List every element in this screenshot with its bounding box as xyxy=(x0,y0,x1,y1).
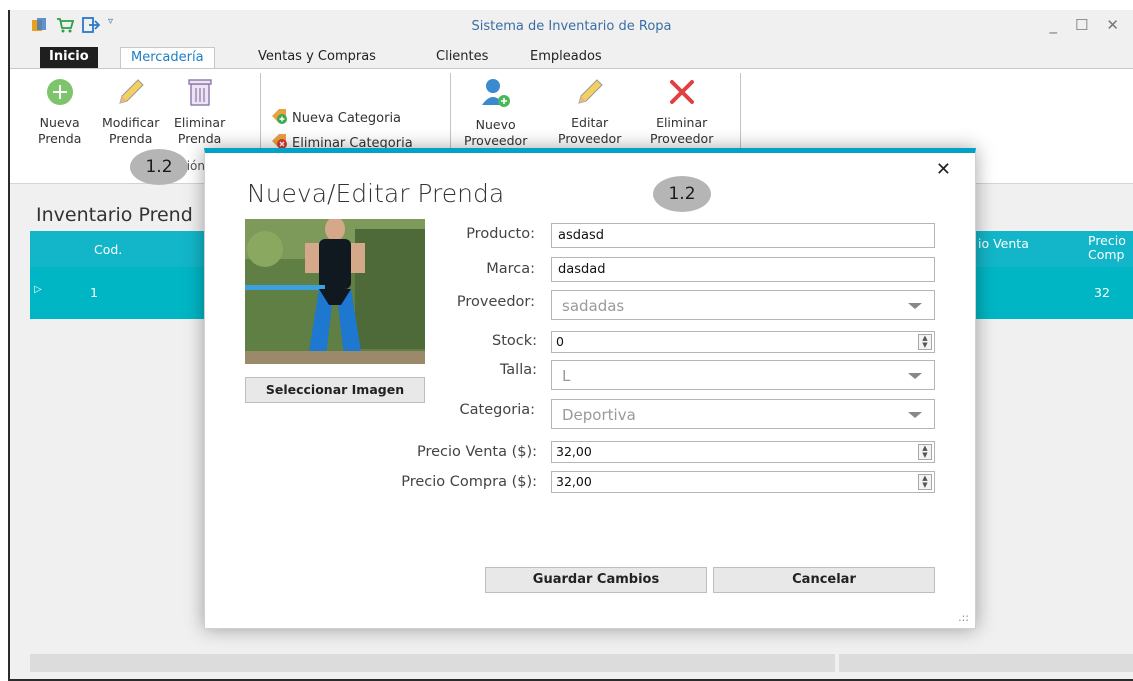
chevron-down-icon xyxy=(908,412,922,418)
proveedor-select[interactable]: sadadas xyxy=(551,290,935,320)
row-selector-icon: ▷ xyxy=(34,284,42,295)
producto-field[interactable]: asdasd xyxy=(551,223,935,248)
spinner-icon[interactable]: ▲ ▼ xyxy=(918,474,932,490)
pencil-icon xyxy=(558,77,621,111)
cell-cod: 1 xyxy=(90,285,98,300)
dialog-title: Nueva/Editar Prenda xyxy=(247,179,505,208)
product-image xyxy=(245,219,425,364)
chevron-down-icon xyxy=(908,373,922,379)
spinner-icon[interactable]: ▲ ▼ xyxy=(918,444,932,460)
eliminar-prenda-button[interactable]: Eliminar Prenda xyxy=(174,77,225,147)
close-icon[interactable]: ✕ xyxy=(936,159,951,180)
column-header-cod[interactable]: Cod. xyxy=(94,242,122,257)
talla-label: Talla: xyxy=(499,362,537,378)
eliminar-proveedor-button[interactable]: Eliminar Proveedor xyxy=(650,77,713,147)
select-image-button[interactable]: Seleccionar Imagen xyxy=(245,377,425,403)
stock-label: Stock: xyxy=(491,333,537,349)
status-bar xyxy=(839,654,1133,672)
column-header-precio-venta[interactable]: io Venta xyxy=(978,236,1029,251)
ribbon-tabs: Inicio Mercadería Ventas y Compras Clien… xyxy=(10,44,1133,68)
pencil-icon xyxy=(102,77,159,111)
callout-badge: 1.2 xyxy=(653,176,711,212)
ribbon-separator xyxy=(740,73,741,153)
tab-clientes[interactable]: Clientes xyxy=(426,47,498,68)
cell-precio-compra: 32 xyxy=(1094,285,1110,300)
chevron-down-icon xyxy=(908,303,922,309)
edit-item-dialog: Nueva/Editar Prenda ✕ 1.2 Seleccionar Im… xyxy=(204,148,976,629)
save-button[interactable]: Guardar Cambios xyxy=(485,567,707,593)
precio-compra-stepper[interactable]: 32,00 ▲ ▼ xyxy=(551,471,935,493)
cancel-button[interactable]: Cancelar xyxy=(713,567,935,593)
marca-field[interactable]: dasdad xyxy=(551,257,935,282)
precio-venta-stepper[interactable]: 32,00 ▲ ▼ xyxy=(551,441,935,463)
stock-stepper[interactable]: 0 ▲ ▼ xyxy=(551,331,935,353)
minimize-icon[interactable]: _ xyxy=(1049,16,1057,34)
horizontal-scrollbar[interactable] xyxy=(30,654,835,672)
editar-proveedor-button[interactable]: Editar Proveedor xyxy=(558,77,621,147)
window-controls: _ ☐ ✕ xyxy=(1049,16,1119,34)
categoria-label: Categoria: xyxy=(459,402,535,418)
nuevo-proveedor-button[interactable]: Nuevo Proveedor xyxy=(464,77,527,149)
delete-x-icon xyxy=(650,77,713,111)
maximize-icon[interactable]: ☐ xyxy=(1075,16,1088,34)
title-bar: ▿ Sistema de Inventario de Ropa _ ☐ ✕ xyxy=(10,10,1133,44)
page-title: Inventario Prend xyxy=(36,204,193,226)
window-title: Sistema de Inventario de Ropa xyxy=(471,19,672,34)
add-circle-icon xyxy=(38,77,81,111)
spinner-icon[interactable]: ▲ ▼ xyxy=(918,334,932,350)
user-add-icon xyxy=(464,77,527,113)
precio-venta-label: Precio Venta ($): xyxy=(416,444,537,460)
tab-mercaderia[interactable]: Mercadería xyxy=(120,47,215,68)
close-icon[interactable]: ✕ xyxy=(1106,16,1119,34)
column-header-precio-compra[interactable]: Precio Comp xyxy=(1088,234,1126,262)
callout-badge: 1.2 xyxy=(130,149,188,185)
tab-ventas-compras[interactable]: Ventas y Compras xyxy=(248,47,386,68)
tag-add-icon xyxy=(270,107,288,129)
ribbon-separator xyxy=(260,73,261,153)
nueva-prenda-button[interactable]: Nueva Prenda xyxy=(38,77,81,147)
tab-empleados[interactable]: Empleados xyxy=(520,47,612,68)
proveedor-label: Proveedor: xyxy=(456,294,535,310)
precio-compra-label: Precio Compra ($): xyxy=(401,474,537,490)
modificar-prenda-button[interactable]: Modificar Prenda xyxy=(102,77,159,147)
tab-inicio[interactable]: Inicio xyxy=(40,47,98,68)
categoria-select[interactable]: Deportiva xyxy=(551,399,935,429)
trash-icon xyxy=(174,77,225,111)
nueva-categoria-button[interactable]: Nueva Categoria xyxy=(270,107,401,129)
resize-grip-icon[interactable]: .:: xyxy=(958,611,969,624)
producto-label: Producto: xyxy=(466,226,535,242)
marca-label: Marca: xyxy=(486,261,535,277)
talla-select[interactable]: L xyxy=(551,360,935,390)
ribbon-separator xyxy=(450,73,451,153)
